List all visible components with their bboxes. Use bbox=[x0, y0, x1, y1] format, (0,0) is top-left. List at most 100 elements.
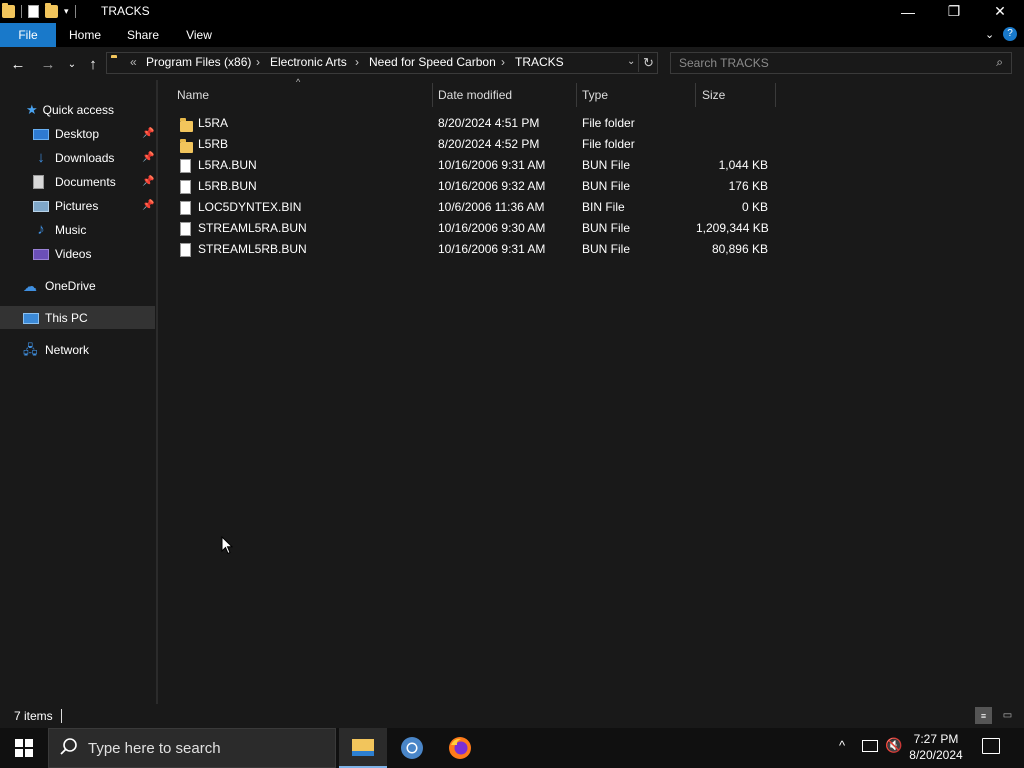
system-clock[interactable]: 7:27 PM 8/20/2024 bbox=[895, 731, 977, 763]
tab-view[interactable]: View bbox=[177, 23, 221, 47]
breadcrumb-tracks[interactable]: TRACKS bbox=[515, 55, 564, 69]
sidebar-item-quick-access[interactable]: ★ Quick access bbox=[26, 98, 114, 122]
sidebar-item-music[interactable]: ♪ Music bbox=[33, 218, 86, 242]
windows-start-icon[interactable] bbox=[14, 738, 34, 758]
file-explorer-icon bbox=[352, 738, 374, 756]
sidebar-item-label: Desktop bbox=[55, 127, 100, 141]
chevron-right-icon[interactable]: › bbox=[355, 55, 359, 69]
sidebar-item-label: Documents bbox=[55, 175, 116, 189]
computer-icon bbox=[23, 312, 39, 324]
folder-icon bbox=[180, 117, 193, 132]
file-size: 176 KB bbox=[728, 179, 768, 193]
forward-arrow-icon[interactable]: → bbox=[38, 54, 58, 74]
large-icons-view-icon[interactable]: ▭ bbox=[999, 707, 1016, 724]
search-input[interactable] bbox=[679, 56, 979, 70]
up-arrow-icon[interactable]: ↑ bbox=[83, 54, 103, 74]
firefox-icon bbox=[449, 737, 471, 759]
column-divider[interactable] bbox=[695, 83, 696, 107]
breadcrumb-need-for-speed-carbon[interactable]: Need for Speed Carbon bbox=[369, 55, 496, 69]
file-name: L5RB.BUN bbox=[198, 179, 257, 193]
recent-locations-icon[interactable]: ⌄ bbox=[62, 54, 82, 74]
file-row[interactable]: L5RB 8/20/2024 4:52 PM File folder bbox=[176, 134, 776, 155]
file-icon bbox=[180, 180, 191, 194]
file-row[interactable]: L5RB.BUN 10/16/2006 9:32 AM BUN File 176 KB bbox=[176, 176, 776, 197]
sidebar-item-downloads[interactable]: ↓ Downloads bbox=[33, 146, 114, 170]
tab-share[interactable]: Share bbox=[120, 23, 166, 47]
breadcrumb-overflow[interactable]: « bbox=[130, 55, 137, 69]
sidebar-item-label: This PC bbox=[45, 311, 88, 325]
clock-date: 8/20/2024 bbox=[909, 748, 963, 762]
notifications-icon[interactable] bbox=[982, 738, 1000, 754]
pin-icon[interactable]: 📌 bbox=[142, 128, 154, 139]
search-icon bbox=[59, 737, 79, 760]
sidebar-item-network[interactable]: 🖧 Network bbox=[23, 338, 89, 362]
file-name: STREAML5RA.BUN bbox=[198, 221, 307, 235]
column-header-type[interactable]: Type bbox=[582, 84, 608, 106]
column-header-date-modified[interactable]: Date modified bbox=[438, 84, 512, 106]
file-row[interactable]: LOC5DYNTEX.BIN 10/6/2006 11:36 AM BIN File… bbox=[176, 197, 776, 218]
column-divider[interactable] bbox=[432, 83, 433, 107]
file-row[interactable]: STREAML5RA.BUN 10/16/2006 9:30 AM BUN File… bbox=[176, 218, 776, 239]
sidebar-item-this-pc[interactable]: This PC bbox=[23, 306, 88, 330]
file-row[interactable]: L5RA.BUN 10/16/2006 9:31 AM BUN File 1,044 … bbox=[176, 155, 776, 176]
sidebar-item-pictures[interactable]: Pictures bbox=[33, 194, 98, 218]
divider bbox=[74, 4, 76, 18]
chevron-right-icon[interactable]: › bbox=[256, 55, 260, 69]
sidebar-item-documents[interactable]: Documents bbox=[33, 170, 116, 194]
show-hidden-icons-icon[interactable]: ^ bbox=[839, 738, 845, 753]
expand-ribbon-icon[interactable]: ⌄ bbox=[985, 28, 994, 41]
help-icon[interactable]: ? bbox=[1003, 27, 1017, 41]
taskbar-firefox[interactable] bbox=[436, 728, 484, 768]
breadcrumb-electronic-arts[interactable]: Electronic Arts bbox=[270, 55, 347, 69]
sort-ascending-icon[interactable]: ^ bbox=[296, 77, 300, 87]
search-box[interactable]: ⌕ bbox=[670, 52, 1012, 74]
properties-icon[interactable] bbox=[28, 4, 39, 18]
status-bar bbox=[0, 704, 1024, 728]
taskbar-file-explorer[interactable] bbox=[339, 728, 387, 768]
sidebar-item-label: Music bbox=[55, 223, 87, 237]
file-name: L5RA bbox=[198, 116, 229, 130]
column-header-name[interactable]: Name bbox=[177, 84, 209, 106]
pin-icon[interactable]: 📌 bbox=[142, 152, 154, 163]
file-icon bbox=[180, 159, 191, 173]
taskbar-chrome[interactable] bbox=[388, 728, 436, 768]
chevron-right-icon[interactable]: › bbox=[501, 55, 505, 69]
documents-icon bbox=[33, 175, 44, 189]
address-dropdown-icon[interactable]: ⌄ bbox=[627, 56, 635, 67]
new-folder-icon[interactable] bbox=[45, 2, 58, 18]
sidebar-item-videos[interactable]: Videos bbox=[33, 242, 91, 266]
tab-file[interactable]: File bbox=[0, 23, 56, 47]
file-row[interactable]: L5RA 8/20/2024 4:51 PM File folder bbox=[176, 113, 776, 134]
file-icon bbox=[180, 201, 191, 215]
file-icon bbox=[180, 243, 191, 257]
file-row[interactable]: STREAML5RB.BUN 10/16/2006 9:31 AM BUN File… bbox=[176, 239, 776, 260]
minimize-button[interactable]: — bbox=[885, 0, 931, 23]
file-date-modified: 8/20/2024 4:51 PM bbox=[438, 116, 540, 130]
network-status-icon[interactable] bbox=[862, 740, 878, 752]
pin-icon[interactable]: 📌 bbox=[142, 200, 154, 211]
column-divider[interactable] bbox=[576, 83, 577, 107]
refresh-icon[interactable]: ↻ bbox=[643, 55, 654, 71]
search-icon[interactable]: ⌕ bbox=[996, 55, 1003, 70]
file-date-modified: 10/16/2006 9:31 AM bbox=[438, 242, 546, 256]
column-divider[interactable] bbox=[775, 83, 776, 107]
file-size: 0 KB bbox=[741, 200, 768, 214]
folder-icon[interactable] bbox=[2, 2, 15, 18]
pin-icon[interactable]: 📌 bbox=[142, 176, 154, 187]
sidebar-item-onedrive[interactable]: ☁ OneDrive bbox=[23, 274, 96, 298]
back-arrow-icon[interactable]: ← bbox=[8, 54, 28, 74]
pane-divider[interactable] bbox=[156, 80, 158, 704]
restore-button[interactable]: ❐ bbox=[931, 0, 977, 23]
breadcrumb-program-files[interactable]: Program Files (x86) bbox=[146, 55, 251, 69]
details-view-icon[interactable]: ≡ bbox=[975, 707, 992, 724]
sidebar-item-desktop[interactable]: Desktop bbox=[33, 122, 99, 146]
network-icon: 🖧 bbox=[23, 342, 38, 357]
taskbar-search-placeholder: Type here to search bbox=[88, 740, 221, 757]
customize-toolbar-icon[interactable]: ▾ bbox=[64, 6, 69, 17]
file-date-modified: 10/16/2006 9:32 AM bbox=[438, 179, 546, 193]
file-size: 1,209,344 KB bbox=[696, 221, 769, 235]
column-header-size[interactable]: Size bbox=[702, 84, 725, 106]
close-button[interactable]: ✕ bbox=[977, 0, 1023, 23]
sidebar-item-label: Videos bbox=[55, 247, 92, 261]
tab-home[interactable]: Home bbox=[62, 23, 108, 47]
